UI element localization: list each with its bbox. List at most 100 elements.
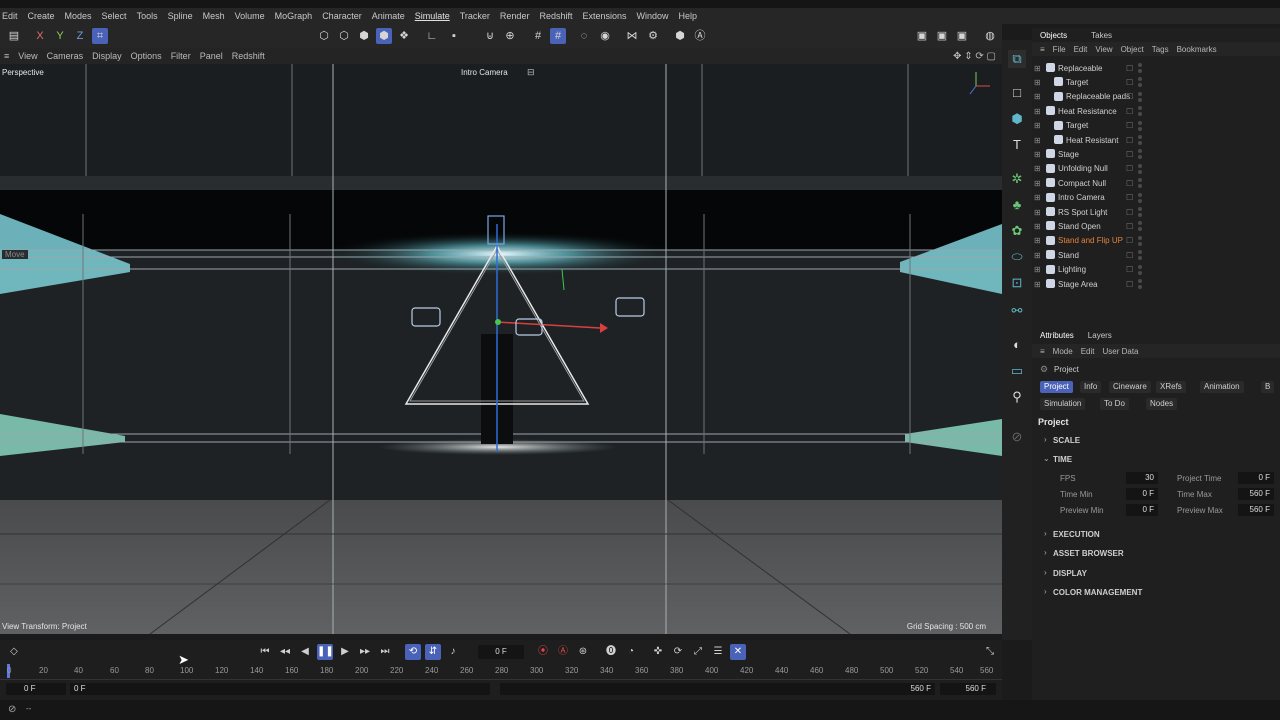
chip-simulation[interactable]: Simulation [1040,398,1086,410]
render-visibility-dot[interactable] [1138,198,1142,203]
expand-icon[interactable]: ⊞ [1034,164,1041,173]
go-to-start-icon[interactable]: ⏮ [257,644,273,660]
symmetry-icon[interactable]: ⋈ [624,28,640,44]
object-name[interactable]: Heat Resistant [1066,136,1118,145]
editor-visibility-dot[interactable] [1138,235,1142,240]
tab-attributes[interactable]: Attributes [1040,331,1074,340]
object-name[interactable]: Heat Resistance [1058,107,1117,116]
preview-max-field[interactable]: 560 F [1238,504,1274,516]
key-position-icon[interactable]: ⓿ [603,644,619,660]
fps-field[interactable]: 30 [1126,472,1158,484]
chip-info[interactable]: Info [1080,381,1102,393]
viewport-menu-icon[interactable]: ≡ [4,51,9,61]
section-display[interactable]: DISPLAY [1053,569,1087,578]
key-pla-icon[interactable]: ⟳ [670,644,686,660]
object-row[interactable]: ⊞ Stand and Flip UP ☐ [1032,234,1280,248]
object-row[interactable]: ⊞ Stand ☐ [1032,248,1280,262]
render-visibility-dot[interactable] [1138,227,1142,232]
object-row[interactable]: ⊞ Heat Resistant ☐ [1032,133,1280,147]
object-name[interactable]: Stand and Flip UP [1058,236,1123,245]
render-visibility-dot[interactable] [1138,213,1142,217]
layer-checkbox-icon[interactable]: ☐ [1126,164,1133,173]
attr-menu-mode[interactable]: Mode [1053,347,1073,356]
fcurve-icon[interactable]: ⤡ [982,644,998,660]
expand-icon[interactable]: ⊞ [1034,121,1041,130]
chip-b[interactable]: B [1261,381,1275,393]
loop-icon[interactable]: ⟲ [405,644,421,660]
section-execution[interactable]: EXECUTION [1053,530,1100,539]
chip-to-do[interactable]: To Do [1100,398,1129,410]
generator-icon[interactable]: ✲ [1008,170,1026,188]
hexagon-icon[interactable]: ⬢ [672,28,688,44]
object-name[interactable]: Compact Null [1058,179,1106,188]
active-camera-label[interactable]: Intro Camera [461,68,508,77]
vp-menu-cameras[interactable]: Cameras [47,51,84,61]
coordinate-system-icon[interactable]: ⌗ [92,28,108,44]
key-scale-icon[interactable]: ⤢ [690,644,706,660]
vp-menu-display[interactable]: Display [92,51,122,61]
layer-checkbox-icon[interactable]: ☐ [1126,136,1133,145]
chip-cineware[interactable]: Cineware [1109,381,1151,393]
object-row[interactable]: ⊞ Stand Open ☐ [1032,219,1280,233]
object-row[interactable]: ⊞ Stage Area ☐ [1032,277,1280,291]
layer-checkbox-icon[interactable]: ☐ [1126,280,1133,289]
edges-mode-icon[interactable]: ⬡ [336,28,352,44]
axis-z-button[interactable]: Z [72,28,88,44]
axis-y-button[interactable]: Y [52,28,68,44]
editor-visibility-dot[interactable] [1138,279,1142,283]
preview-end-field[interactable]: 560 F [500,683,935,695]
magnet-icon[interactable]: ⊍ [482,28,498,44]
render-view-icon[interactable]: ▣ [914,28,930,44]
render-visibility-dot[interactable] [1138,141,1142,145]
editor-visibility-dot[interactable] [1138,178,1142,183]
3d-viewport[interactable]: Perspective Intro Camera ⊟ Move View Tra… [0,64,1002,634]
object-row[interactable]: ⊞ RS Spot Light ☐ [1032,205,1280,219]
vp-menu-redshift[interactable]: Redshift [232,51,265,61]
objects-menu-tags[interactable]: Tags [1152,45,1169,54]
layer-checkbox-icon[interactable]: ☐ [1126,150,1133,159]
editor-visibility-dot[interactable] [1138,91,1142,96]
frame-ruler[interactable]: 0 20 40 60 80 100 120 140 160 180 200 22… [0,664,1002,680]
next-key-icon[interactable]: ▸▸ [357,644,373,660]
object-name[interactable]: Lighting [1058,265,1086,274]
layer-checkbox-icon[interactable]: ☐ [1126,179,1133,188]
object-name[interactable]: Target [1066,121,1088,130]
objects-menu-icon[interactable]: ≡ [1040,45,1045,54]
menu-character[interactable]: Character [322,11,362,21]
editor-visibility-dot[interactable] [1138,63,1142,67]
camera-icon[interactable]: ▭ [1008,362,1026,380]
editor-visibility-dot[interactable] [1138,207,1142,211]
axis-x-button[interactable]: X [32,28,48,44]
cube-icon[interactable]: ⬢ [1008,110,1026,128]
menu-redshift[interactable]: Redshift [539,11,572,21]
object-row[interactable]: ⊞ Stage ☐ [1032,147,1280,161]
attr-menu-user-data[interactable]: User Data [1102,347,1138,356]
project-time-field[interactable]: 0 F [1238,472,1274,484]
render-visibility-dot[interactable] [1138,184,1142,189]
deformer-icon[interactable]: ✿ [1008,222,1026,240]
cube-select-icon[interactable]: ⧉ [1008,50,1026,68]
viewport-nav-icons[interactable]: ✥ ⇕ ⟳ ▢ [953,51,996,62]
spline-pen-icon[interactable]: ⊡ [1008,274,1026,292]
quantize-icon[interactable]: # [550,28,566,44]
attr-menu-edit[interactable]: Edit [1081,347,1095,356]
editor-visibility-dot[interactable] [1138,120,1142,125]
layer-checkbox-icon[interactable]: ☐ [1126,92,1133,101]
min-frame-field[interactable]: 0 F [6,683,66,695]
section-asset-browser[interactable]: ASSET BROWSER [1053,549,1124,558]
expand-icon[interactable]: ⊞ [1034,107,1041,116]
render-visibility-dot[interactable] [1138,126,1142,131]
editor-visibility-dot[interactable] [1138,135,1142,139]
sound-icon[interactable]: ♪ [445,644,461,660]
autokey-icon[interactable]: Ⓐ [555,644,571,660]
square-icon[interactable]: □ [1008,84,1026,102]
object-name[interactable]: Replaceable pads [1066,92,1130,101]
model-mode-icon[interactable]: ⬢ [376,28,392,44]
render-visibility-dot[interactable] [1138,256,1142,261]
object-name[interactable]: Intro Camera [1058,193,1105,202]
editor-visibility-dot[interactable] [1138,149,1142,154]
layer-checkbox-icon[interactable]: ☐ [1126,251,1133,260]
current-frame-field[interactable]: 0 F [478,645,524,659]
layer-checkbox-icon[interactable]: ☐ [1126,236,1133,245]
expand-icon[interactable]: ⊞ [1034,251,1041,260]
